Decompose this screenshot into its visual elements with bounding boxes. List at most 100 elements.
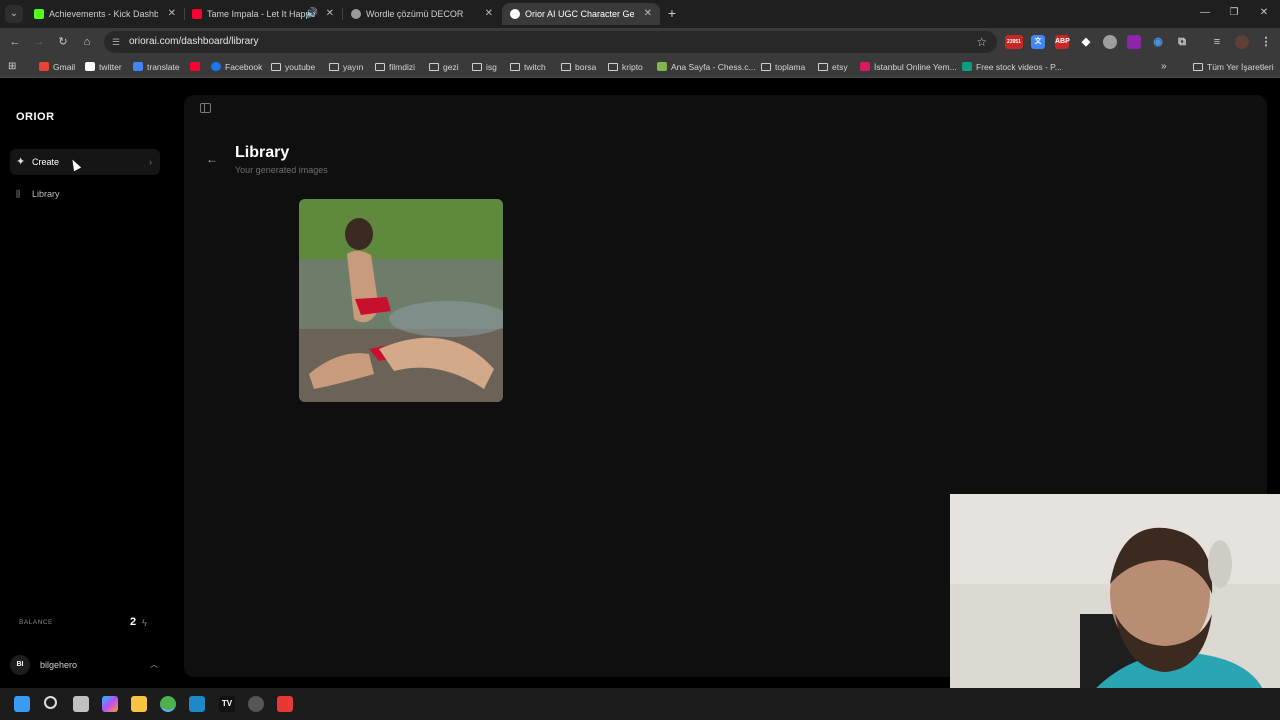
bookmark-pexels[interactable]: Free stock videos - P... xyxy=(962,56,1062,78)
windows-start-icon[interactable] xyxy=(14,696,30,712)
close-icon[interactable]: ✕ xyxy=(326,3,334,25)
chrome-icon[interactable] xyxy=(160,696,176,712)
sidebar-item-library[interactable]: ⫼ Library xyxy=(16,185,60,203)
bookmark-chess[interactable]: Ana Sayfa - Chess.c... xyxy=(657,56,756,78)
bookmark-twitter[interactable]: twitter xyxy=(85,56,122,78)
tab-youtube[interactable]: Tame Impala - Let It Happen 🔊 ✕ xyxy=(184,3,342,25)
bookmark-folder-yayin[interactable]: yayın xyxy=(329,56,363,78)
minimize-icon[interactable]: — xyxy=(1198,5,1212,21)
bookmark-yemek[interactable]: İstanbul Online Yem... xyxy=(860,56,957,78)
windows-taskbar: TV xyxy=(0,688,1280,720)
speech-ext-icon[interactable]: ◉ xyxy=(1151,35,1165,49)
bookmark-translate[interactable]: translate xyxy=(133,56,180,78)
bookmark-star-icon[interactable]: ☆ xyxy=(976,31,987,53)
new-tab-button[interactable]: + xyxy=(665,4,679,22)
globe-icon xyxy=(351,9,361,19)
folder-icon xyxy=(472,63,482,71)
bookmark-folder-filmdizi[interactable]: filmdizi xyxy=(375,56,415,78)
diamond-ext-icon[interactable]: ◆ xyxy=(1079,35,1093,49)
user-menu[interactable]: BI bilgehero ︿ xyxy=(10,654,160,676)
library-icon: ⫼ xyxy=(16,189,21,199)
task-view-icon[interactable] xyxy=(73,696,89,712)
restore-icon[interactable]: ❐ xyxy=(1227,5,1241,21)
media-icon[interactable]: ≡ xyxy=(1210,35,1224,49)
x-icon xyxy=(85,62,95,71)
yemek-icon xyxy=(860,62,870,71)
library-label: Library xyxy=(32,189,60,199)
puzzle-icon[interactable]: ⧉ xyxy=(1175,35,1189,49)
close-window-icon[interactable]: ✕ xyxy=(1257,5,1271,21)
tradingview-icon[interactable]: TV xyxy=(219,696,235,712)
address-bar[interactable]: ☰ oriorai.com/dashboard/library ☆ xyxy=(104,31,997,53)
gmail-icon xyxy=(39,62,49,71)
copilot-icon[interactable] xyxy=(102,696,118,712)
balance-value: 2 xyxy=(130,616,137,628)
red-badge-ext-icon[interactable]: 23951 xyxy=(1005,35,1023,49)
search-icon[interactable] xyxy=(44,696,57,709)
bookmark-folder-youtube[interactable]: youtube xyxy=(271,56,315,78)
orior-logo: ORIOR xyxy=(16,111,55,123)
chevron-up-icon: ︿ xyxy=(150,660,158,669)
tab-search-button[interactable]: ⌄ xyxy=(5,5,23,23)
face-ext-icon[interactable] xyxy=(1103,35,1117,49)
file-explorer-icon[interactable] xyxy=(131,696,147,712)
tab-title: Wordle çözümü DECOR xyxy=(366,9,464,19)
abp-ext-icon[interactable]: ABP xyxy=(1055,35,1070,49)
folder-icon xyxy=(561,63,571,71)
folder-icon xyxy=(1193,63,1203,71)
all-bookmarks[interactable]: Tüm Yer İşaretleri xyxy=(1193,56,1274,78)
folder-icon xyxy=(271,63,281,71)
bookmark-gmail[interactable]: Gmail xyxy=(39,56,75,78)
bookmark-folder-etsy[interactable]: etsy xyxy=(818,56,848,78)
translate-ext-icon[interactable]: 文 xyxy=(1031,35,1045,49)
reload-icon[interactable]: ↻ xyxy=(55,34,71,50)
tab-kick[interactable]: Achievements - Kick Dashboard ✕ xyxy=(26,3,184,25)
tab-title: Orior AI UGC Character Generator xyxy=(525,9,634,19)
app-icon[interactable] xyxy=(189,696,205,712)
back-icon[interactable]: ← xyxy=(7,34,23,50)
chevron-right-icon: › xyxy=(149,157,152,167)
bookmark-folder-twitch[interactable]: twitch xyxy=(510,56,546,78)
sparkle-icon: ✦ xyxy=(16,156,26,168)
bookmark-folder-kripto[interactable]: kripto xyxy=(608,56,643,78)
sidebar-toggle-icon[interactable] xyxy=(200,103,211,113)
folder-icon xyxy=(510,63,520,71)
purple-ext-icon[interactable] xyxy=(1127,35,1141,49)
bookmark-folder-isg[interactable]: isg xyxy=(472,56,497,78)
webcam-overlay xyxy=(950,494,1280,720)
tab-title: Achievements - Kick Dashboard xyxy=(49,9,158,19)
kick-icon xyxy=(34,9,44,19)
speaker-icon[interactable]: 🔊 xyxy=(306,3,318,25)
apps-icon[interactable]: ⊞ xyxy=(8,56,16,78)
bookmark-folder-gezi[interactable]: gezi xyxy=(429,56,459,78)
folder-icon xyxy=(429,63,439,71)
create-button[interactable]: ✦ Create › xyxy=(10,149,160,175)
folder-icon xyxy=(608,63,618,71)
bookmark-facebook[interactable]: Facebook xyxy=(211,56,262,78)
bookmark-youtube-video[interactable] xyxy=(190,56,204,78)
translate-icon xyxy=(133,62,143,71)
tab-orior[interactable]: Orior AI UGC Character Generator ✕ xyxy=(502,3,660,25)
home-icon[interactable]: ⌂ xyxy=(79,34,95,50)
site-info-icon[interactable]: ☰ xyxy=(112,36,124,48)
close-icon[interactable]: ✕ xyxy=(644,3,652,25)
folder-icon xyxy=(375,63,385,71)
back-arrow-icon[interactable]: ← xyxy=(206,152,218,166)
more-bookmarks-icon[interactable]: » xyxy=(1161,56,1167,78)
avatar: BI xyxy=(10,655,30,675)
close-icon[interactable]: ✕ xyxy=(168,3,176,25)
bookmark-folder-toplama[interactable]: toplama xyxy=(761,56,805,78)
menu-icon[interactable]: ⋮ xyxy=(1259,35,1273,49)
url-text: oriorai.com/dashboard/library xyxy=(129,36,259,47)
pexels-icon xyxy=(962,62,972,71)
app-icon-2[interactable] xyxy=(248,696,264,712)
close-icon[interactable]: ✕ xyxy=(485,3,493,25)
tab-wordle[interactable]: Wordle çözümü DECOR ✕ xyxy=(343,3,501,25)
browser-tab-strip: ⌄ Achievements - Kick Dashboard ✕ Tame I… xyxy=(0,0,1280,28)
forward-icon[interactable]: → xyxy=(31,34,47,50)
bookmark-folder-borsa[interactable]: borsa xyxy=(561,56,596,78)
generated-image[interactable] xyxy=(299,199,503,402)
profile-avatar[interactable] xyxy=(1235,35,1249,49)
balance-label: BALANCE xyxy=(19,619,53,626)
app-icon-3[interactable] xyxy=(277,696,293,712)
